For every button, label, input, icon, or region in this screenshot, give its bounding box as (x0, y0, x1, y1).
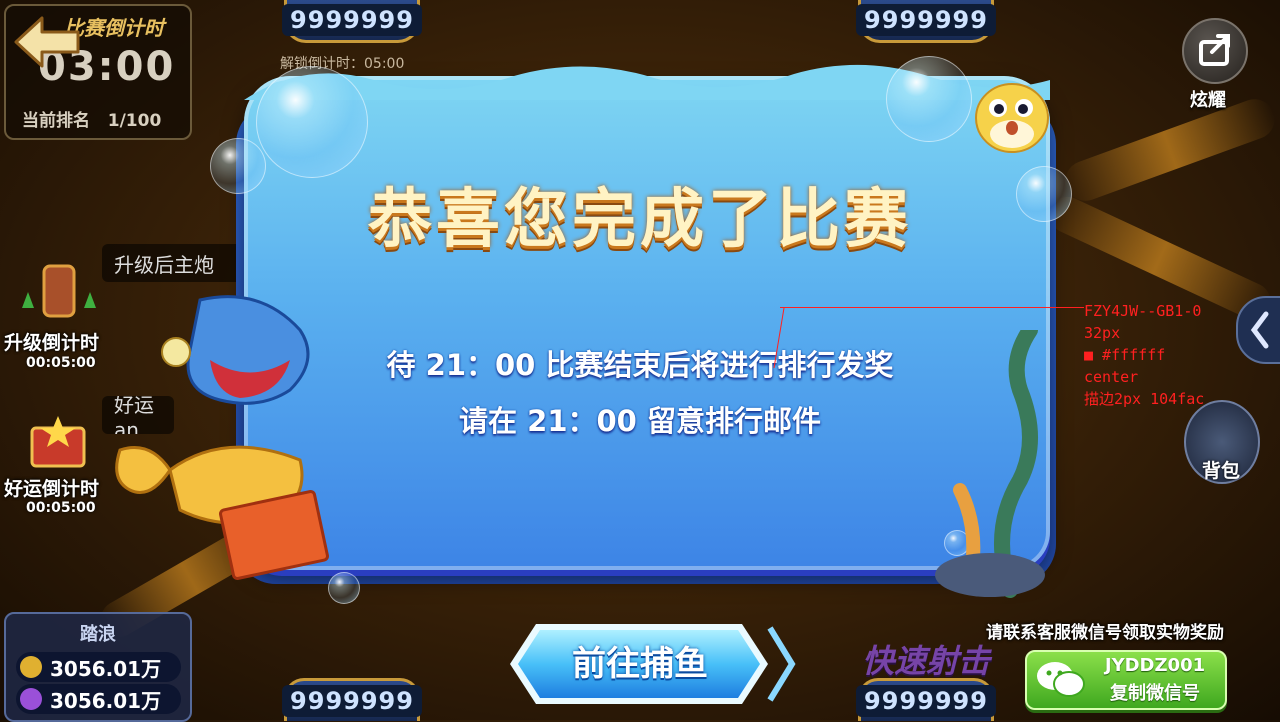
share-button[interactable] (1182, 18, 1248, 84)
luck-countdown-time: 00:05:00 (26, 500, 96, 516)
bubble-decoration (256, 66, 368, 178)
wechat-id: JYDDZ001 (1104, 655, 1206, 676)
annotation-stroke: 描边2px 104fac (1084, 390, 1205, 408)
rank-row: 当前排名 1/100 (22, 106, 161, 131)
luck-countdown-label: 好运倒计时 (4, 478, 100, 500)
shark-mascot-icon (115, 295, 329, 580)
counter-value: 9999999 (282, 685, 422, 717)
go-fishing-label: 前往捕鱼 (572, 644, 708, 684)
rank-label: 当前排名 (22, 111, 90, 131)
annotation-line (780, 307, 1084, 308)
contact-service-text: 请联系客服微信号领取实物奖励 (986, 623, 1224, 643)
gem-row: 3056.01万 (16, 684, 181, 714)
player-name: 踏浪 (80, 624, 116, 645)
gem-icon (20, 688, 42, 710)
annotation-size: 32px (1084, 324, 1121, 342)
coin-icon (20, 656, 42, 678)
bottom-left-cannon-counter: 9999999 (282, 678, 422, 721)
copy-wechat-button[interactable]: JYDDZ001 复制微信号 (1025, 650, 1227, 710)
upgrade-cannon-icon[interactable] (14, 258, 104, 328)
bubble-decoration (1016, 166, 1072, 222)
design-annotation: FZY4JW--GB1-0 32px ■ #ffffff center 描边2p… (1084, 300, 1204, 410)
share-icon (1199, 34, 1230, 66)
top-right-cannon-counter: 9999999 (856, 0, 996, 43)
rank-value: 1/100 (107, 111, 162, 131)
gem-value: 3056.01万 (50, 688, 162, 713)
counter-value: 9999999 (282, 4, 422, 36)
top-left-cannon-counter: 9999999 (282, 0, 422, 43)
annotation-font: FZY4JW--GB1-0 (1084, 302, 1202, 320)
coin-row: 3056.01万 (16, 652, 181, 682)
bottom-right-cannon-counter: 9999999 (856, 678, 996, 721)
annotation-color: ■ #ffffff (1084, 346, 1166, 364)
annotation-align: center (1084, 368, 1139, 386)
backpack-label: 背包 (1202, 460, 1241, 482)
bubble-decoration (210, 138, 266, 194)
bubble-decoration (886, 56, 972, 142)
fast-shoot-label[interactable]: 快速射击 (862, 636, 990, 682)
pufferfish-icon (975, 83, 1049, 153)
coin-value: 3056.01万 (50, 656, 162, 681)
copy-wechat-label: 复制微信号 (1110, 683, 1200, 704)
player-panel: 踏浪 3056.01万 3056.01万 (4, 612, 192, 722)
dialog-title: 恭喜您完成了比赛 (368, 183, 912, 257)
seaweed-decoration (935, 330, 1045, 598)
counter-value: 9999999 (856, 4, 996, 36)
share-label: 炫耀 (1190, 90, 1226, 111)
back-arrow-icon[interactable] (12, 14, 82, 70)
annotation-pointer (773, 307, 785, 369)
wechat-icon (1037, 662, 1085, 697)
counter-value: 9999999 (856, 685, 996, 717)
